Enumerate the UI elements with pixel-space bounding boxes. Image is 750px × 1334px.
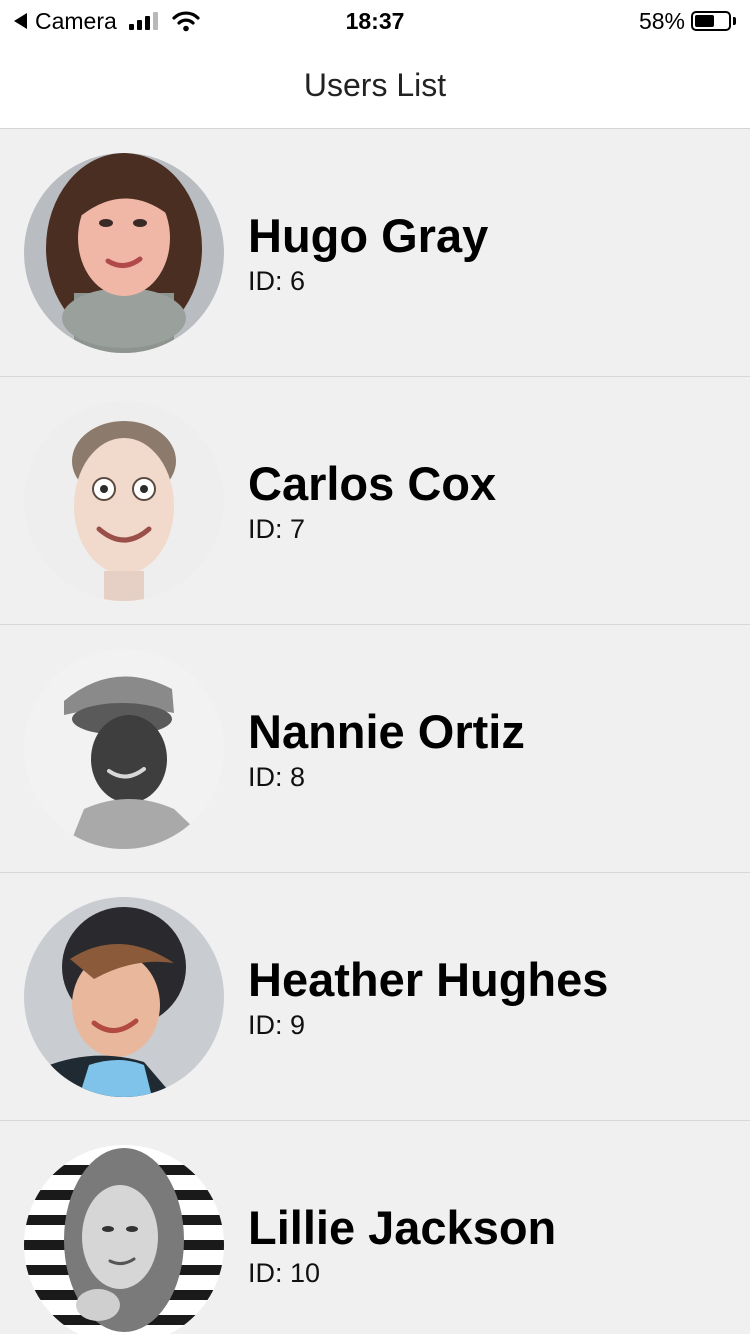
user-avatar [24,896,224,1097]
avatar-photo-icon [24,152,224,353]
user-info: Hugo Gray ID: 6 [248,208,488,298]
user-id: ID: 8 [248,761,306,792]
user-avatar [24,400,224,601]
users-list[interactable]: Hugo Gray ID: 6 Carlos Cox ID: 7 Nannie … [0,129,750,1334]
user-name: Hugo Gray [248,208,489,262]
user-info: Carlos Cox ID: 7 [248,456,496,546]
wifi-icon [172,11,200,32]
user-row[interactable]: Heather Hughes ID: 9 [0,873,750,1121]
user-avatar [24,1144,224,1334]
user-avatar [24,648,224,849]
user-info: Heather Hughes ID: 9 [248,952,608,1042]
cellular-signal-icon [128,12,158,30]
user-id: ID: 9 [248,1009,306,1040]
avatar-photo-icon [24,1144,224,1334]
user-name: Heather Hughes [248,952,609,1006]
user-id: ID: 6 [248,265,306,296]
user-name: Nannie Ortiz [248,704,525,758]
battery-percent: 58% [638,7,685,34]
user-name: Lillie Jackson [248,1200,557,1254]
avatar-photo-icon [24,896,224,1097]
status-bar: Camera 18:37 58% [0,0,750,42]
user-name: Carlos Cox [248,456,497,510]
back-arrow-icon [14,13,27,29]
navigation-bar: Users List [0,42,750,129]
battery-tip [733,17,736,25]
user-row[interactable]: Carlos Cox ID: 7 [0,377,750,625]
battery-icon [691,11,731,31]
back-to-app-button[interactable]: Camera [14,0,200,42]
battery-status: 58% [639,0,736,42]
user-id: ID: 10 [248,1257,321,1288]
avatar-photo-icon [24,400,224,601]
user-info: Nannie Ortiz ID: 8 [248,704,525,794]
avatar-photo-icon [24,648,224,849]
user-row[interactable]: Lillie Jackson ID: 10 [0,1121,750,1334]
page-title: Users List [303,66,447,103]
user-row[interactable]: Nannie Ortiz ID: 8 [0,625,750,873]
battery-fill [695,15,714,27]
user-id: ID: 7 [248,513,306,544]
user-avatar [24,152,224,353]
user-info: Lillie Jackson ID: 10 [248,1200,556,1290]
back-app-label: Camera [35,7,117,34]
user-row[interactable]: Hugo Gray ID: 6 [0,129,750,377]
